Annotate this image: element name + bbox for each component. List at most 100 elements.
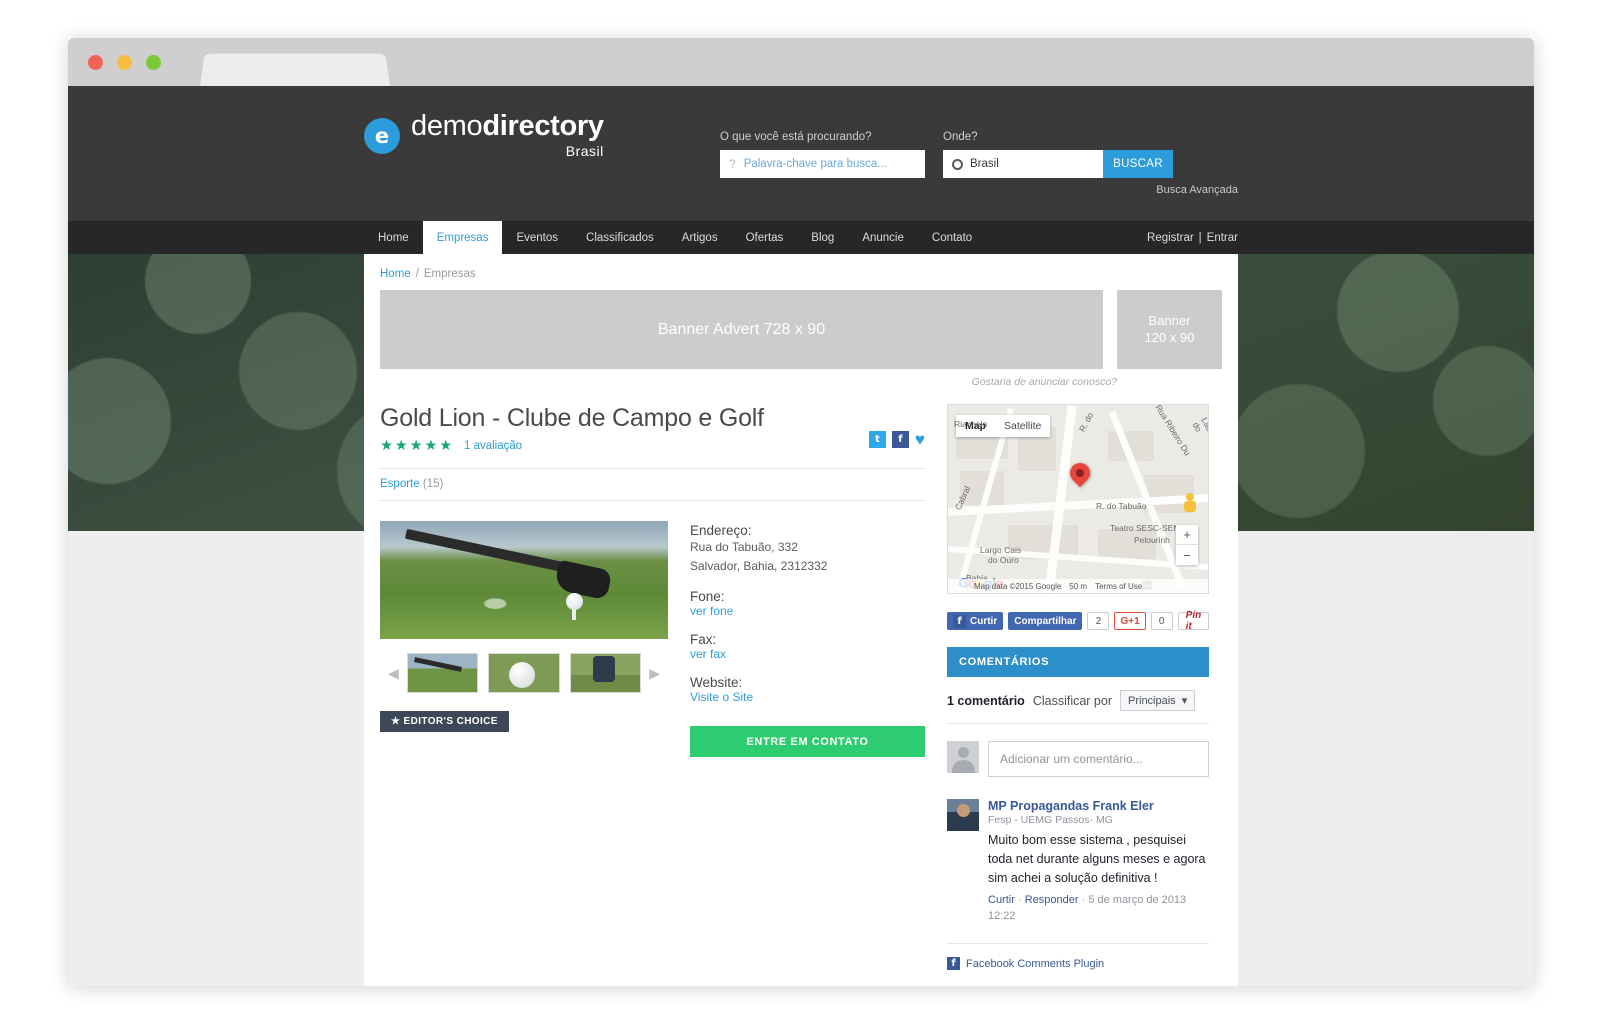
square-banner[interactable]: Banner 120 x 90 (1117, 290, 1222, 369)
nav-item-eventos[interactable]: Eventos (502, 221, 572, 254)
map-label-ladeira: Ladeira do (1190, 415, 1209, 446)
visit-website-link[interactable]: Visite o Site (690, 690, 925, 704)
search-submit-button[interactable]: BUSCAR (1103, 150, 1173, 178)
gallery-next-arrow-icon[interactable]: ▶ (641, 665, 668, 682)
detail-columns: ◀ ▶ ★ EDITOR'S CHOICE Endereço: Rua do T… (380, 521, 925, 758)
golf-club-head (553, 559, 613, 601)
fax-label: Fax: (690, 632, 717, 648)
register-link[interactable]: Registrar (1147, 232, 1194, 244)
gallery-thumbnail-1[interactable] (406, 653, 479, 693)
website-label: Website: (690, 675, 743, 691)
window-close-button[interactable] (88, 55, 103, 70)
google-plus-count: 0 (1150, 612, 1173, 630)
facebook-plugin-label[interactable]: Facebook Comments Plugin (966, 958, 1104, 970)
google-plus-one-button[interactable]: G+1 (1114, 612, 1146, 630)
facebook-icon[interactable]: f (891, 431, 909, 448)
gallery-prev-arrow-icon[interactable]: ◀ (380, 665, 407, 682)
map-label-do-ouro: do Ouro (988, 555, 1019, 565)
thumbnail-strip: ◀ ▶ (380, 653, 668, 693)
favorite-heart-icon[interactable]: ♥ (915, 431, 925, 448)
facebook-like-button[interactable]: f Curtir (947, 612, 1004, 630)
comments-sort-dropdown[interactable]: Principais ▾ (1120, 690, 1196, 711)
breadcrumb-separator: / (415, 268, 419, 280)
commenter-name[interactable]: MP Propagandas Frank Eler (988, 799, 1209, 813)
logo-text-demo: demo (411, 110, 483, 142)
facebook-share-button[interactable]: Compartilhar (1008, 612, 1083, 630)
facebook-f-icon-footer: f (947, 957, 960, 971)
category-link-esporte[interactable]: Esporte (380, 478, 420, 490)
map-zoom-in-button[interactable]: + (1176, 525, 1198, 545)
location-target-icon (952, 158, 963, 170)
advertise-with-us-link[interactable]: Gostaria de anunciar conosco? (364, 369, 1238, 388)
listing-column: Gold Lion - Clube de Campo e Golf ★★★★★ … (380, 404, 925, 970)
breadcrumb-home-link[interactable]: Home (380, 268, 411, 280)
nav-item-classificados[interactable]: Classificados (572, 221, 668, 254)
window-minimize-button[interactable] (117, 55, 132, 70)
question-icon: ? (729, 157, 736, 171)
map-label-riachelo: Riachelo (954, 419, 988, 429)
map-scale-text: 50 m (1069, 581, 1088, 591)
map-attribution-bar: Map data ©2015 Google 50 m Terms of Use (948, 579, 1208, 593)
page-title: Gold Lion - Clube de Campo e Golf (380, 404, 764, 432)
map-location-pin-icon[interactable] (1065, 458, 1095, 488)
search-where-group: Onde? Brasil BUSCAR (943, 131, 1173, 178)
map-type-satellite-button[interactable]: Satellite (995, 415, 1050, 437)
sidebar-column: Map Satellite Riachelo R. do Rua Ribeiro… (947, 404, 1210, 971)
nav-item-anuncie[interactable]: Anuncie (848, 221, 918, 254)
comment-item: MP Propagandas Frank Eler Fesp - UEMG Pa… (947, 777, 1209, 925)
category-count: (15) (422, 478, 444, 490)
current-user-avatar (947, 741, 979, 773)
nav-item-blog[interactable]: Blog (797, 221, 848, 254)
nav-item-artigos[interactable]: Artigos (668, 221, 732, 254)
review-count-link[interactable]: 1 avaliação (464, 440, 522, 452)
location-map[interactable]: Map Satellite Riachelo R. do Rua Ribeiro… (947, 404, 1209, 594)
nav-item-contato[interactable]: Contato (918, 221, 986, 254)
gallery-thumbnail-2[interactable] (488, 653, 560, 693)
nav-item-home[interactable]: Home (364, 221, 423, 254)
map-zoom-control: + − (1176, 525, 1198, 565)
facebook-plugin-footer: f Facebook Comments Plugin (947, 943, 1209, 971)
editors-choice-badge: ★ EDITOR'S CHOICE (380, 711, 509, 732)
leaderboard-banner[interactable]: Banner Advert 728 x 90 (380, 290, 1103, 369)
comment-like-link[interactable]: Curtir (988, 894, 1015, 906)
map-label-pelourinho: Pelourinh (1134, 535, 1170, 545)
add-comment-input[interactable]: Adicionar um comentário... (988, 741, 1209, 777)
comment-count-label: 1 comentário (947, 693, 1025, 708)
show-phone-link[interactable]: ver fone (690, 604, 925, 618)
map-terms-link[interactable]: Terms of Use (1095, 582, 1142, 591)
map-zoom-out-button[interactable]: − (1176, 545, 1198, 565)
square-banner-line2: 120 x 90 (1144, 329, 1195, 345)
window-maximize-button[interactable] (146, 55, 161, 70)
show-fax-link[interactable]: ver fax (690, 647, 925, 661)
contact-button[interactable]: ENTRE EM CONTATO (690, 726, 925, 758)
gallery-thumbnail-3[interactable] (569, 653, 642, 693)
map-label-largo-cais: Largo Cais (980, 545, 1022, 555)
map-attribution-text: Map data ©2015 Google (974, 581, 1062, 591)
square-banner-line1: Banner (1148, 313, 1191, 329)
comments-toolbar: 1 comentário Classificar por Principais … (947, 690, 1209, 724)
main-navigation: Home Empresas Eventos Classificados Arti… (68, 221, 1534, 254)
search-keyword-input[interactable]: ? Palavra-chave para busca... (720, 150, 925, 178)
browser-tab[interactable] (200, 53, 390, 86)
nav-item-ofertas[interactable]: Ofertas (732, 221, 798, 254)
logo-text-directory: directory (482, 110, 604, 142)
search-location-input[interactable]: Brasil (943, 150, 1103, 178)
twitter-icon[interactable]: t (868, 431, 886, 448)
social-share-row: f Curtir Compartilhar 2 G+1 0 Pin it (947, 610, 1210, 632)
pinterest-pin-it-button[interactable]: Pin it (1177, 610, 1210, 632)
advanced-search-link[interactable]: Busca Avançada (1156, 184, 1238, 196)
listing-main-photo[interactable] (380, 521, 668, 639)
facebook-like-label: Curtir (970, 615, 998, 627)
comment-reply-link[interactable]: Responder (1025, 894, 1079, 906)
banner-row: Banner Advert 728 x 90 Banner 120 x 90 (364, 290, 1238, 369)
account-links: Registrar | Entrar (1147, 221, 1238, 254)
site-logo[interactable]: e demodirectory Brasil (364, 112, 604, 158)
golf-tee (572, 609, 576, 620)
street-view-pegman-icon[interactable] (1184, 493, 1196, 513)
login-link[interactable]: Entrar (1207, 232, 1238, 244)
search-location-value: Brasil (970, 158, 999, 170)
sort-by-label: Classificar por (1032, 693, 1112, 708)
chevron-down-icon: ▾ (1181, 695, 1188, 707)
content-sheet: Home / Empresas Banner Advert 728 x 90 Ban… (364, 254, 1238, 986)
nav-item-empresas[interactable]: Empresas (422, 221, 503, 254)
